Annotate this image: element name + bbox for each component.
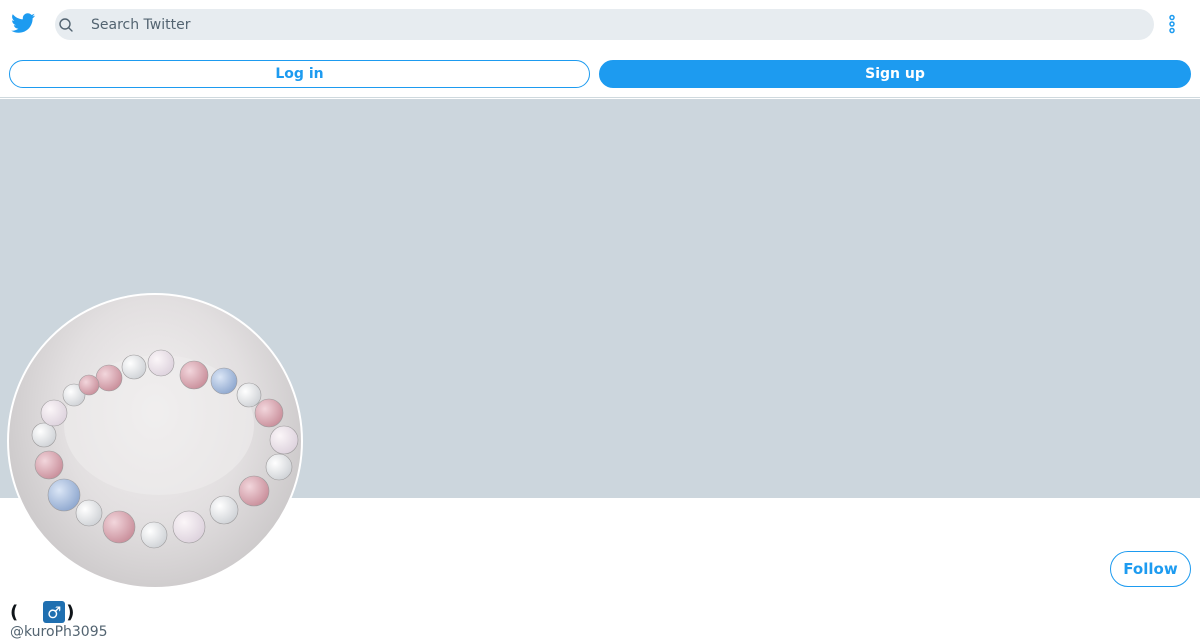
auth-bar: Log in Sign up [0,48,1200,98]
signup-button[interactable]: Sign up [599,60,1191,88]
search-box[interactable] [55,9,1154,40]
profile-handle: @kuroPh3095 [10,624,108,640]
profile-display-name: ( ♂ ) [10,600,74,624]
search-icon [59,18,73,32]
male-sign-icon: ♂ [43,601,66,623]
more-vertical-icon[interactable] [1166,14,1178,34]
display-name-prefix: ( [10,601,19,623]
avatar-image [31,349,299,549]
display-name-suffix: ) [66,601,75,623]
follow-button[interactable]: Follow [1110,551,1191,587]
search-input[interactable] [91,9,1141,40]
login-button[interactable]: Log in [9,60,590,88]
top-bar [0,0,1200,48]
profile-avatar[interactable] [7,293,303,589]
twitter-bird-icon[interactable] [10,11,37,35]
